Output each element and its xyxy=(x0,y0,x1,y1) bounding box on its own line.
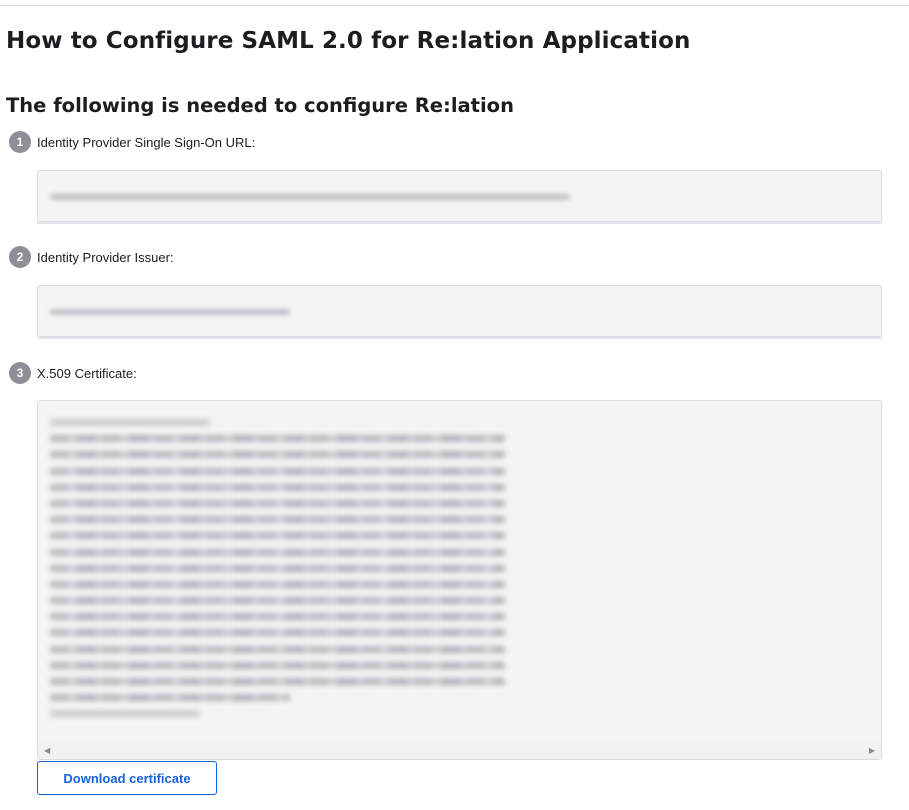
certificate-field[interactable]: ◀ ▶ xyxy=(37,400,882,760)
step-number-badge: 3 xyxy=(9,362,31,384)
page-subtitle: The following is needed to configure Re:… xyxy=(6,94,514,117)
step-2: 2 Identity Provider Issuer: xyxy=(9,246,174,268)
redacted-certificate xyxy=(50,419,505,727)
scroll-left-arrow-icon[interactable]: ◀ xyxy=(44,746,50,756)
page-title: How to Configure SAML 2.0 for Re:lation … xyxy=(6,28,691,54)
scroll-right-arrow-icon[interactable]: ▶ xyxy=(869,746,875,756)
sso-url-field[interactable] xyxy=(37,170,882,224)
step-1: 1 Identity Provider Single Sign-On URL: xyxy=(9,131,255,153)
step-number-badge: 1 xyxy=(9,131,31,153)
step-label: X.509 Certificate: xyxy=(37,365,137,381)
issuer-field[interactable] xyxy=(37,285,882,339)
horizontal-scrollbar[interactable]: ◀ ▶ xyxy=(38,743,881,759)
top-divider xyxy=(0,5,909,6)
redacted-issuer xyxy=(50,309,290,315)
step-label: Identity Provider Single Sign-On URL: xyxy=(37,134,256,150)
download-certificate-button[interactable]: Download certificate xyxy=(37,761,217,795)
step-3: 3 X.509 Certificate: xyxy=(9,362,137,384)
step-label: Identity Provider Issuer: xyxy=(37,249,174,265)
step-number-badge: 2 xyxy=(9,246,31,268)
redacted-sso-url xyxy=(50,194,570,200)
